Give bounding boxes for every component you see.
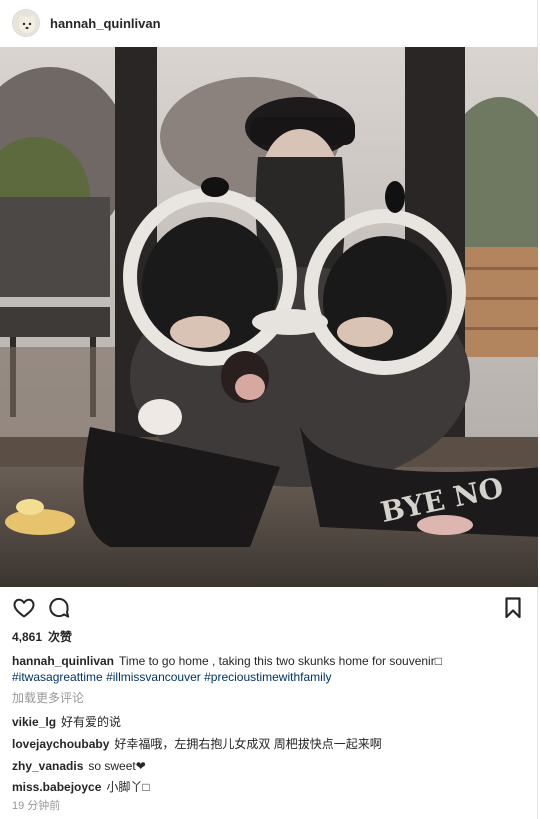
caption-username[interactable]: hannah_quinlivan bbox=[12, 654, 114, 668]
hashtag-link[interactable]: #illmissvancouver bbox=[106, 670, 201, 684]
post-timestamp[interactable]: 19 分钟前 bbox=[12, 798, 528, 814]
comment-text: so sweet❤ bbox=[88, 759, 146, 773]
hashtag-link[interactable]: #precioustimewithfamily bbox=[204, 670, 331, 684]
comment-item: vikie_lg 好有爱的说 bbox=[12, 714, 528, 730]
likes-count[interactable]: 4,861 次赞 bbox=[12, 628, 78, 645]
likes-suffix: 次赞 bbox=[48, 630, 73, 644]
caption: hannah_quinlivan Time to go home , taking… bbox=[12, 653, 528, 669]
caption-text: Time to go home , taking this two skunks… bbox=[119, 654, 442, 668]
avatar[interactable] bbox=[12, 9, 40, 37]
comment-item: lovejaychoubaby 好幸福哦，左拥右抱儿女成双 周杷拔快点一起来啊 bbox=[12, 736, 528, 752]
caption-hashtags: #itwasagreattime #illmissvancouver #prec… bbox=[12, 669, 528, 685]
comment-text: 好幸福哦，左拥右抱儿女成双 周杷拔快点一起来啊 bbox=[114, 737, 382, 751]
post-author-username[interactable]: hannah_quinlivan bbox=[50, 16, 161, 31]
comment-item: miss.babejoyce 小脚丫□ bbox=[12, 779, 528, 795]
comment-bubble-icon[interactable] bbox=[47, 596, 71, 620]
comment-text: 小脚丫□ bbox=[106, 780, 150, 794]
comment-username[interactable]: vikie_lg bbox=[12, 715, 56, 729]
post-actions bbox=[0, 596, 538, 624]
comment-username[interactable]: lovejaychoubaby bbox=[12, 737, 109, 751]
likes-number: 4,861 bbox=[12, 630, 43, 644]
comment-username[interactable]: zhy_vanadis bbox=[12, 759, 83, 773]
heart-icon[interactable] bbox=[12, 596, 36, 620]
hashtag-link[interactable]: #itwasagreattime bbox=[12, 670, 103, 684]
bookmark-icon[interactable] bbox=[501, 596, 525, 620]
comment-item: zhy_vanadis so sweet❤ bbox=[12, 758, 528, 774]
comment-text: 好有爱的说 bbox=[61, 715, 122, 729]
comment-username[interactable]: miss.babejoyce bbox=[12, 780, 101, 794]
load-more-comments-link[interactable]: 加载更多评论 bbox=[12, 690, 528, 706]
post-card: hannah_quinlivan BYE NO 4,861 次赞 hannah_… bbox=[0, 0, 538, 819]
post-header: hannah_quinlivan bbox=[0, 0, 538, 46]
post-photo[interactable]: BYE NO bbox=[0, 47, 538, 587]
